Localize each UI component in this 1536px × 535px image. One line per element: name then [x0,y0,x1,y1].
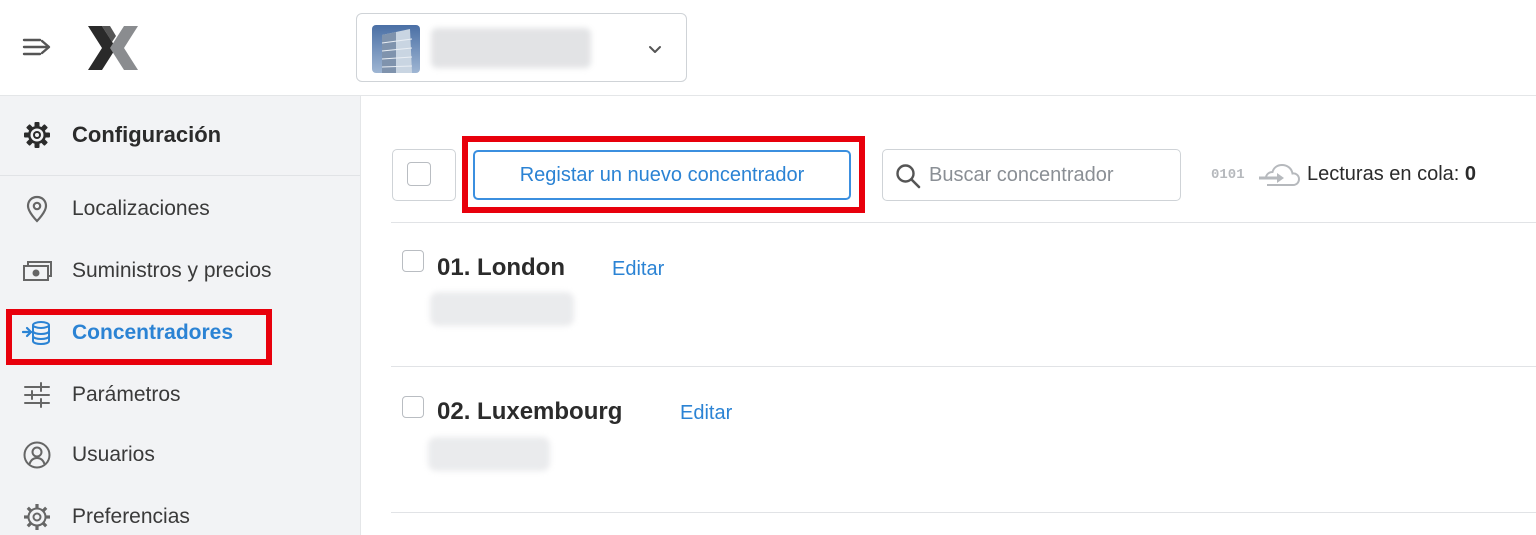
queue-count: 0 [1464,163,1476,185]
edit-link[interactable]: Editar [612,255,664,283]
row-checkbox[interactable] [402,250,424,272]
search-input[interactable] [929,158,1169,192]
gear-outline-icon [22,502,52,532]
chevron-down-icon [647,41,663,57]
sidebar-item-label: Concentradores [72,321,234,344]
search-icon [895,163,921,189]
top-bar [0,0,1536,96]
select-all-checkbox[interactable] [392,149,456,201]
menu-collapse-icon[interactable] [22,33,54,61]
user-circle-icon [22,440,52,470]
sidebar-item-label: Preferencias [72,505,190,528]
x-logo-icon[interactable] [86,24,140,72]
sidebar-item-localizaciones[interactable]: Localizaciones [0,181,360,237]
organization-name-redacted [431,28,591,68]
concentrator-id-redacted [430,292,574,326]
organization-selector[interactable] [356,13,687,82]
binary-label: 0101 [1211,167,1245,183]
banknote-icon [22,256,52,286]
concentrator-title: 01. London [437,254,565,281]
row-checkbox[interactable] [402,396,424,418]
sidebar-item-usuarios[interactable]: Usuarios [0,427,360,483]
sidebar-item-parametros[interactable]: Parámetros [0,367,360,423]
sidebar-item-suministros[interactable]: Suministros y precios [0,243,360,299]
building-thumbnail [372,25,420,73]
search-box[interactable] [882,149,1181,201]
cloud-upload-icon [1257,162,1301,188]
concentrator-title: 02. Luxembourg [437,398,623,425]
sidebar-item-label: Parámetros [72,383,181,406]
divider [391,512,1536,513]
sidebar-item-label: Suministros y precios [72,259,272,282]
checkbox-box[interactable] [407,162,431,186]
sidebar-header-label: Configuración [72,122,222,147]
register-concentrator-button[interactable]: Registar un nuevo concentrador [473,150,851,200]
location-pin-icon [22,194,52,224]
queue-label-text: Lecturas en cola: [1307,163,1465,185]
concentrator-icon [21,318,52,348]
sidebar: Configuración Localizaciones Suministros… [0,96,361,535]
divider [391,222,1536,223]
edit-link[interactable]: Editar [680,399,732,427]
sidebar-item-label: Usuarios [72,443,155,466]
divider [391,366,1536,367]
sidebar-item-label: Localizaciones [72,197,210,220]
sidebar-header: Configuración [0,96,360,176]
sidebar-item-preferencias[interactable]: Preferencias [0,489,360,535]
concentrator-id-redacted [428,437,550,471]
sidebar-item-concentradores[interactable]: Concentradores [0,305,360,361]
queue-label: Lecturas en cola: 0 [1307,163,1476,186]
sliders-icon [22,380,52,410]
gear-icon [22,120,52,150]
